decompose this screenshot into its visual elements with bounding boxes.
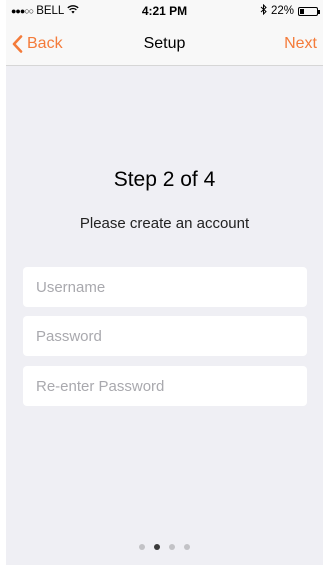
- battery-tip: [318, 9, 320, 14]
- page-dot: [154, 544, 160, 550]
- page-indicator: [6, 544, 323, 550]
- reenter-password-input[interactable]: [23, 366, 307, 406]
- page-dot: [139, 544, 145, 550]
- navigation-bar: Back Setup Next: [6, 22, 323, 66]
- app-screen: ●●●○○ BELL 4:21 PM 22% Back Setup Next S…: [6, 0, 323, 565]
- page-title: Setup: [143, 35, 186, 52]
- status-bar: ●●●○○ BELL 4:21 PM 22%: [6, 0, 323, 22]
- next-button[interactable]: Next: [284, 22, 317, 66]
- username-input[interactable]: [23, 267, 307, 307]
- phone-frame: ●●●○○ BELL 4:21 PM 22% Back Setup Next S…: [0, 0, 323, 571]
- page-dot: [169, 544, 175, 550]
- status-right: 22%: [260, 3, 320, 18]
- instruction-text: Please create an account: [79, 215, 250, 232]
- password-input[interactable]: [23, 316, 307, 356]
- battery-level-fill: [300, 8, 304, 14]
- battery-percent: 22%: [270, 5, 294, 17]
- step-indicator-title: Step 2 of 4: [113, 168, 216, 191]
- page-dot: [184, 544, 190, 550]
- battery-icon: [298, 6, 320, 16]
- bluetooth-icon: [260, 3, 267, 18]
